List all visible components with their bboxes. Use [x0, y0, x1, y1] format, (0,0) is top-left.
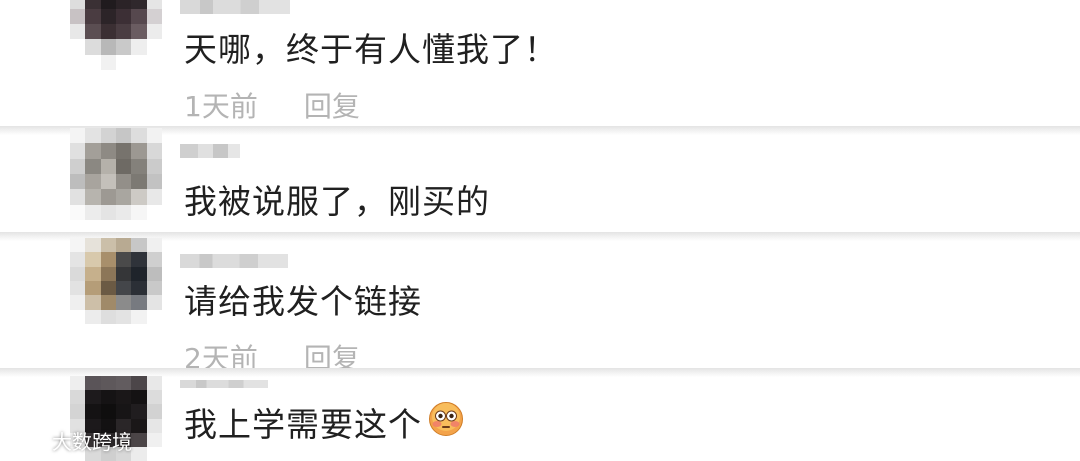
divider — [0, 368, 1080, 377]
avatar[interactable] — [70, 128, 162, 220]
flushed-face-icon — [428, 401, 464, 446]
avatar[interactable] — [70, 238, 162, 324]
username-blurred[interactable] — [180, 0, 290, 14]
reply-button[interactable]: 回复 — [304, 90, 360, 123]
comment-text: 天哪，终于有人懂我了！ — [184, 30, 558, 69]
avatar[interactable] — [70, 0, 162, 70]
comment-text: 我被说服了，刚买的 — [184, 182, 490, 221]
username-blurred[interactable] — [180, 380, 268, 388]
comment-text: 我上学需要这个 — [184, 401, 464, 449]
comment-time: 1天前 — [184, 90, 258, 123]
comment-text-label: 我上学需要这个 — [184, 405, 422, 444]
divider — [0, 126, 1080, 135]
comment-text: 请给我发个链接 — [184, 282, 422, 321]
brand-logo-icon — [8, 425, 48, 456]
divider — [0, 232, 1080, 241]
watermark-brand: 大数跨境 — [52, 429, 132, 454]
comment-meta: 1天前 回复 — [184, 90, 360, 124]
username-blurred[interactable] — [180, 254, 288, 268]
watermark: 大数跨境 — [8, 424, 132, 456]
username-blurred[interactable] — [180, 144, 240, 158]
